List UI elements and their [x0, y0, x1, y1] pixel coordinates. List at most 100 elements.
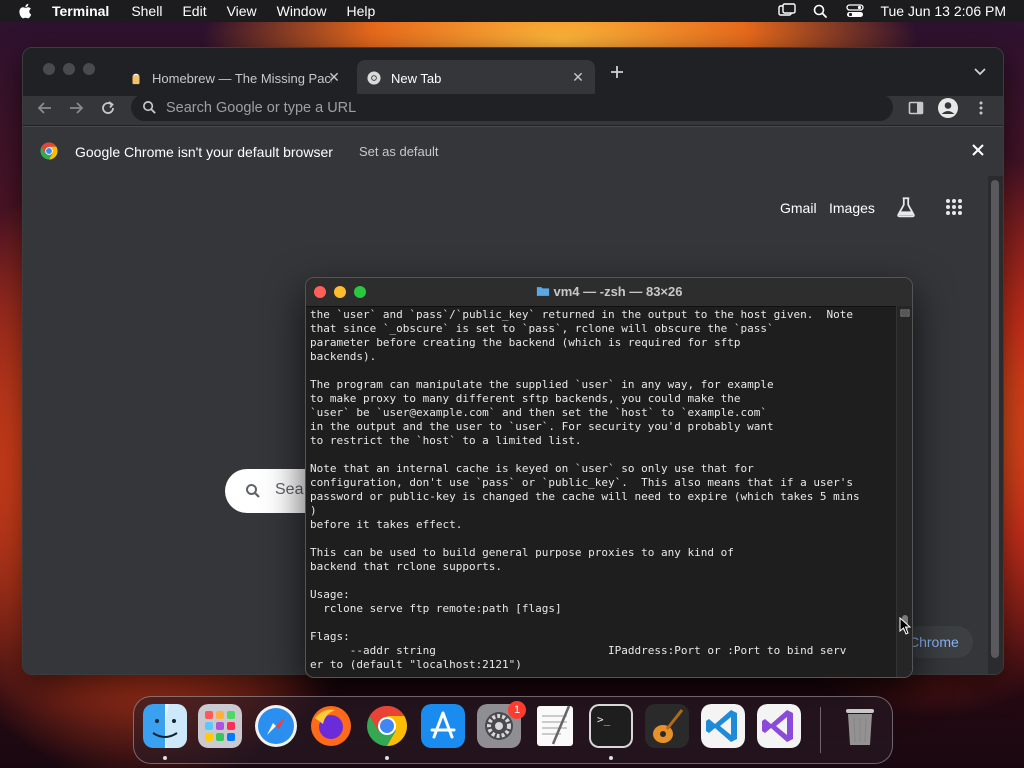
safari-icon[interactable] [254, 704, 298, 748]
firefox-icon[interactable] [309, 704, 353, 748]
terminal-line: configuration, don't use `pass` or `publ… [310, 476, 854, 489]
terminal-line: backends). [310, 350, 377, 363]
terminal-line: --addr string IPaddress:Port or :Port to… [310, 644, 847, 657]
chrome-menu-kebab-icon[interactable] [973, 100, 989, 116]
window-close-button[interactable] [43, 63, 55, 75]
search-icon [143, 101, 156, 114]
visual-studio-icon[interactable] [757, 704, 801, 748]
terminal-title-text: vm4 — -zsh — 83×26 [553, 284, 683, 299]
svg-text:>_: >_ [597, 713, 611, 726]
menu-edit[interactable]: Edit [182, 3, 206, 19]
dock-separator [820, 707, 821, 753]
control-center-icon[interactable] [846, 3, 865, 19]
menu-view[interactable]: View [227, 3, 257, 19]
tab-new-tab-label: New Tab [391, 70, 442, 86]
apple-menu-icon[interactable] [17, 2, 35, 20]
screen-mirroring-icon[interactable] [778, 3, 797, 19]
terminal-line: to make proxy to many different sftp bac… [310, 392, 741, 405]
terminal-line: in the output and the user to `user`. Fo… [310, 420, 774, 433]
page-scrollbar-thumb[interactable] [991, 180, 999, 658]
set-as-default-button[interactable]: Set as default [359, 144, 439, 159]
google-apps-grid-icon[interactable] [945, 198, 963, 216]
trash-icon[interactable] [838, 704, 882, 748]
page-scrollbar[interactable] [988, 176, 1003, 674]
customize-chrome-button[interactable]: Chrome [903, 626, 973, 658]
homebrew-icon [132, 73, 140, 85]
menu-clock[interactable]: Tue Jun 13 2:06 PM [880, 3, 1006, 19]
mouse-pointer-icon [899, 617, 911, 635]
terminal-title: vm4 — -zsh — 83×26 [306, 284, 912, 299]
window-minimize-button[interactable] [63, 63, 75, 75]
terminal-title-bar[interactable]: vm4 — -zsh — 83×26 [306, 278, 912, 307]
close-icon[interactable] [971, 143, 985, 157]
running-indicator [385, 756, 389, 760]
running-indicator [163, 756, 167, 760]
vscode-icon[interactable] [701, 704, 745, 748]
folder-icon [536, 287, 549, 296]
images-link[interactable]: Images [829, 200, 875, 216]
launchpad-icon[interactable] [198, 704, 242, 748]
chrome-logo-icon [40, 142, 58, 160]
omnibox[interactable]: Search Google or type a URL [131, 94, 893, 121]
spotlight-search-icon[interactable] [812, 3, 830, 19]
omnibox-placeholder: Search Google or type a URL [166, 99, 357, 116]
terminal-line: Flags: [310, 630, 350, 643]
menu-bar: Terminal Shell Edit View Window Help Tue… [0, 0, 1024, 22]
terminal-line: The program can manipulate the supplied … [310, 378, 774, 391]
reload-icon[interactable] [100, 100, 116, 116]
default-browser-infobar: Google Chrome isn't your default browser… [23, 126, 1003, 177]
labs-flask-icon[interactable] [895, 196, 917, 218]
textedit-icon[interactable] [533, 704, 577, 748]
menu-shell[interactable]: Shell [131, 3, 162, 19]
gmail-link[interactable]: Gmail [780, 200, 817, 216]
back-arrow-icon[interactable] [37, 100, 53, 116]
terminal-line: the `user` and `pass`/`public_key` retur… [310, 308, 854, 321]
terminal-line: Usage: [310, 588, 350, 601]
infobar-message: Google Chrome isn't your default browser [75, 144, 333, 160]
terminal-line: backend that rclone supports. [310, 560, 503, 573]
menu-app-terminal[interactable]: Terminal [52, 3, 109, 19]
window-zoom-button[interactable] [83, 63, 95, 75]
chrome-icon [367, 71, 381, 85]
chrome-tab-strip: Homebrew — The Missing Pack ✕ New Tab ✕ [23, 48, 1003, 96]
terminal-line: Note that an internal cache is keyed on … [310, 462, 754, 475]
terminal-window: vm4 — -zsh — 83×26 the `user` and `pass`… [305, 277, 913, 678]
tab-homebrew[interactable]: Homebrew — The Missing Pack ✕ [119, 60, 351, 96]
terminal-line: password or public-key is changed the ca… [310, 490, 860, 503]
tab-new-tab[interactable]: New Tab ✕ [357, 60, 595, 96]
dock: 1 >_ [133, 696, 893, 764]
ntp-search-placeholder: Sea [275, 481, 304, 498]
tab-homebrew-label: Homebrew — The Missing Pack [152, 70, 332, 86]
terminal-line: parameter before creating the backend (w… [310, 336, 741, 349]
terminal-line: ) [310, 504, 317, 517]
finder-icon[interactable] [143, 704, 187, 748]
notification-badge: 1 [508, 701, 526, 719]
side-panel-icon[interactable] [908, 100, 924, 116]
forward-arrow-icon[interactable] [68, 100, 84, 116]
terminal-line: before it takes effect. [310, 518, 463, 531]
running-indicator [609, 756, 613, 760]
terminal-icon[interactable]: >_ [589, 704, 633, 748]
close-icon[interactable]: ✕ [327, 70, 341, 84]
menu-window[interactable]: Window [277, 3, 327, 19]
garageband-icon[interactable] [645, 704, 689, 748]
new-tab-plus-icon[interactable] [609, 64, 625, 80]
terminal-output[interactable]: the `user` and `pass`/`public_key` retur… [310, 308, 895, 674]
search-icon [246, 484, 260, 498]
app-store-icon[interactable] [421, 704, 465, 748]
terminal-line: `user` be `user@example.com` and then se… [310, 406, 767, 419]
menu-help[interactable]: Help [346, 3, 375, 19]
scroll-up-indicator-icon [900, 309, 910, 317]
terminal-line: er to (default "localhost:2121") [310, 658, 522, 671]
close-icon[interactable]: ✕ [571, 70, 585, 84]
tab-search-chevron-icon[interactable] [973, 66, 987, 78]
terminal-line: to restrict the `host` to a limited list… [310, 434, 582, 447]
profile-avatar-icon[interactable] [938, 98, 958, 118]
chrome-icon[interactable] [365, 704, 409, 748]
terminal-line: This can be used to build general purpos… [310, 546, 734, 559]
